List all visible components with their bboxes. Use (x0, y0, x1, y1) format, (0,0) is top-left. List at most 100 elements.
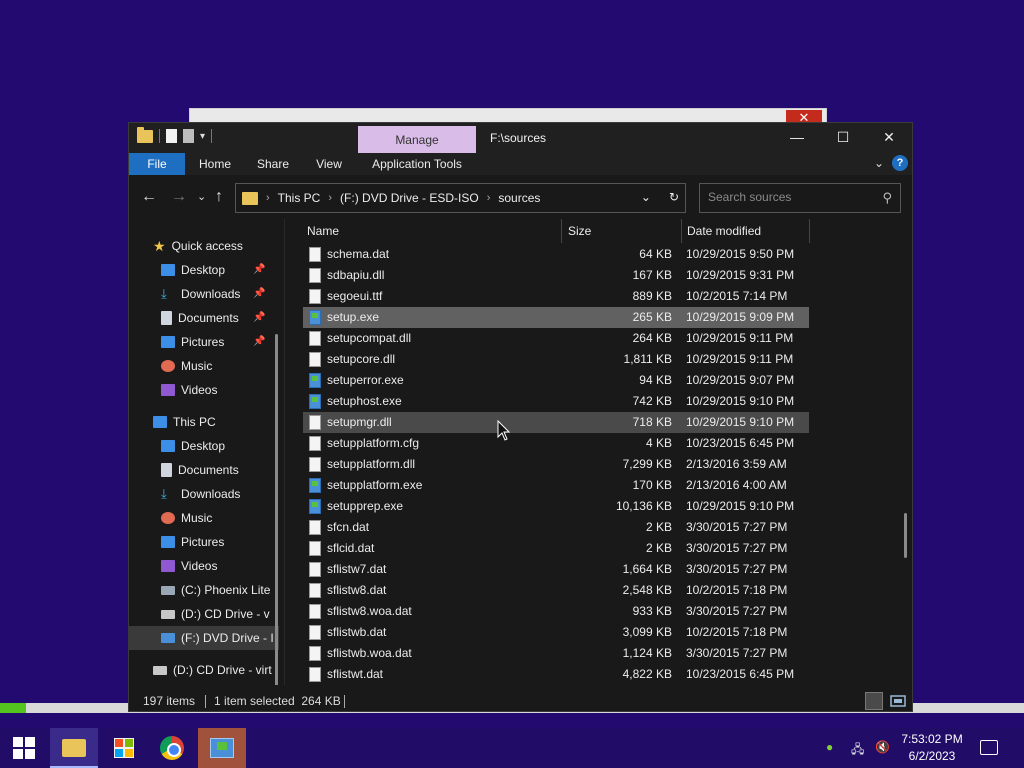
nav-pc-pictures[interactable]: Pictures (161, 530, 224, 554)
customize-toolbar-chevron-icon[interactable]: ▾ (200, 131, 205, 142)
nav-qa-videos[interactable]: Videos (161, 378, 217, 402)
window-controls: — ☐ ✕ (774, 123, 912, 151)
file-row[interactable]: sflistw7.dat 1,664 KB 3/30/2015 7:27 PM (303, 559, 809, 580)
column-header: ⌃ Name Size Date modified (303, 219, 810, 243)
file-row[interactable]: sfcn.dat 2 KB 3/30/2015 7:27 PM (303, 517, 809, 538)
tab-view[interactable]: View (307, 153, 351, 175)
refresh-icon[interactable]: ↻ (669, 190, 679, 204)
file-row[interactable]: sflistw8.woa.dat 933 KB 3/30/2015 7:27 PM (303, 601, 809, 622)
column-divider[interactable] (809, 219, 810, 243)
search-box[interactable]: ⚲ (699, 183, 901, 213)
back-arrow-icon[interactable]: ← (141, 187, 157, 207)
file-row[interactable]: setupmgr.dll 718 KB 10/29/2015 9:10 PM (303, 412, 809, 433)
file-row[interactable]: sflistwb.dat 3,099 KB 10/2/2015 7:18 PM (303, 622, 809, 643)
toolbar-separator (211, 129, 213, 143)
nav-pc-drive-d[interactable]: (D:) CD Drive - v (161, 602, 270, 626)
pin-icon[interactable]: 📌 (253, 336, 265, 347)
details-view-icon[interactable] (865, 692, 883, 710)
address-history-chevron-icon[interactable]: ⌄ (641, 190, 651, 204)
nav-pc-drive-c[interactable]: (C:) Phoenix Lite (161, 578, 270, 602)
file-row[interactable]: setupplatform.dll 7,299 KB 2/13/2016 3:59 … (303, 454, 809, 475)
column-divider[interactable] (681, 219, 682, 243)
maximize-button[interactable]: ☐ (820, 123, 866, 151)
taskbar-file-explorer[interactable] (50, 728, 98, 768)
file-row[interactable]: setupcompat.dll 264 KB 10/29/2015 9:11 PM (303, 328, 809, 349)
minimize-button[interactable]: — (774, 123, 820, 151)
breadcrumb-separator[interactable]: › (487, 192, 491, 204)
tab-file[interactable]: File (129, 153, 185, 175)
file-row[interactable]: setup.exe 265 KB 10/29/2015 9:09 PM (303, 307, 809, 328)
breadcrumb-dvd-drive[interactable]: (F:) DVD Drive - ESD-ISO (340, 191, 479, 205)
breadcrumb-separator[interactable]: › (266, 192, 270, 204)
file-row[interactable]: setuphost.exe 742 KB 10/29/2015 9:10 PM (303, 391, 809, 412)
nav-qa-downloads[interactable]: ⤓ Downloads (161, 282, 240, 306)
new-folder-icon[interactable] (183, 129, 194, 143)
file-row[interactable]: setupplatform.cfg 4 KB 10/23/2015 6:45 PM (303, 433, 809, 454)
file-row[interactable]: setupplatform.exe 170 KB 2/13/2016 4:00 AM (303, 475, 809, 496)
close-button[interactable]: ✕ (866, 123, 912, 151)
nav-pc-music[interactable]: Music (161, 506, 212, 530)
breadcrumb-this-pc[interactable]: This PC (278, 191, 321, 205)
taskbar-setup[interactable] (198, 728, 246, 768)
file-row[interactable]: sdbapiu.dll 167 KB 10/29/2015 9:31 PM (303, 265, 809, 286)
file-row[interactable]: schema.dat 64 KB 10/29/2015 9:50 PM (303, 244, 809, 265)
nav-pc-documents[interactable]: Documents (161, 458, 239, 482)
search-icon[interactable]: ⚲ (882, 190, 892, 206)
tab-share[interactable]: Share (251, 153, 295, 175)
nav-item-label: Music (181, 359, 213, 373)
file-row[interactable]: setupcore.dll 1,811 KB 10/29/2015 9:11 PM (303, 349, 809, 370)
tab-home[interactable]: Home (191, 153, 239, 175)
computer-icon (153, 416, 167, 428)
pin-icon[interactable]: 📌 (253, 288, 265, 299)
file-row[interactable]: sflcid.dat 2 KB 3/30/2015 7:27 PM (303, 538, 809, 559)
clock[interactable]: 7:53:02 PM 6/2/2023 (892, 731, 972, 765)
file-name: setup.exe (327, 310, 380, 324)
large-icons-view-icon[interactable] (889, 692, 907, 710)
nav-quick-access[interactable]: ★ Quick access (153, 234, 243, 258)
file-row[interactable]: sflistwb.woa.dat 1,124 KB 3/30/2015 7:27 P… (303, 643, 809, 664)
address-bar[interactable]: › This PC › (F:) DVD Drive - ESD-ISO › s… (235, 183, 686, 213)
nav-this-pc[interactable]: This PC (153, 410, 216, 434)
expand-ribbon-chevron-icon[interactable]: ⌄ (874, 156, 884, 170)
nav-qa-music[interactable]: Music (161, 354, 212, 378)
nav-pc-downloads[interactable]: ⤓ Downloads (161, 482, 240, 506)
tab-application-tools[interactable]: Application Tools (365, 153, 469, 175)
breadcrumb-sources[interactable]: sources (498, 191, 540, 205)
taskbar-store[interactable] (100, 728, 148, 768)
pane-splitter[interactable] (284, 219, 285, 685)
navigation-pane-scrollbar[interactable] (275, 334, 278, 685)
file-row[interactable]: sflistwt.dat 4,822 KB 10/23/2015 6:45 PM (303, 664, 809, 685)
forward-arrow-icon[interactable]: → (171, 187, 187, 207)
pin-icon[interactable]: 📌 (253, 312, 265, 323)
nav-qa-pictures[interactable]: Pictures (161, 330, 224, 354)
column-name[interactable]: Name (307, 219, 339, 243)
column-size[interactable]: Size (568, 219, 591, 243)
manage-tab[interactable]: Manage (358, 126, 476, 153)
search-input[interactable] (708, 190, 868, 204)
column-date-modified[interactable]: Date modified (687, 219, 761, 243)
notification-center-icon[interactable] (980, 740, 998, 755)
nav-pc-drive-f[interactable]: (F:) DVD Drive - I (129, 626, 279, 650)
nav-qa-desktop[interactable]: Desktop (161, 258, 225, 282)
properties-icon[interactable] (166, 129, 177, 143)
file-list-scrollbar[interactable] (904, 513, 907, 558)
nav-item-label: Documents (178, 463, 239, 477)
breadcrumb-separator[interactable]: › (328, 192, 332, 204)
recent-locations-chevron-icon[interactable]: ⌄ (197, 187, 206, 207)
file-size: 1,664 KB (622, 562, 672, 576)
file-row[interactable]: segoeui.ttf 889 KB 10/2/2015 7:14 PM (303, 286, 809, 307)
nav-pc-videos[interactable]: Videos (161, 554, 217, 578)
file-row[interactable]: setuperror.exe 94 KB 10/29/2015 9:07 PM (303, 370, 809, 391)
nav-qa-documents[interactable]: Documents (161, 306, 239, 330)
pin-icon[interactable]: 📌 (253, 264, 265, 275)
start-button[interactable] (0, 728, 48, 768)
nav-pc-desktop[interactable]: Desktop (161, 434, 225, 458)
up-arrow-icon[interactable]: ↑ (215, 187, 223, 207)
column-divider[interactable] (561, 219, 562, 243)
nav-drive-d-virtual[interactable]: (D:) CD Drive - virt (153, 658, 272, 682)
file-row[interactable]: setupprep.exe 10,136 KB 10/29/2015 9:10 PM (303, 496, 809, 517)
file-row[interactable]: sflistw8.dat 2,548 KB 10/2/2015 7:18 PM (303, 580, 809, 601)
file-size: 265 KB (632, 310, 672, 324)
help-icon[interactable]: ? (892, 155, 908, 171)
taskbar-chrome[interactable] (148, 728, 196, 768)
